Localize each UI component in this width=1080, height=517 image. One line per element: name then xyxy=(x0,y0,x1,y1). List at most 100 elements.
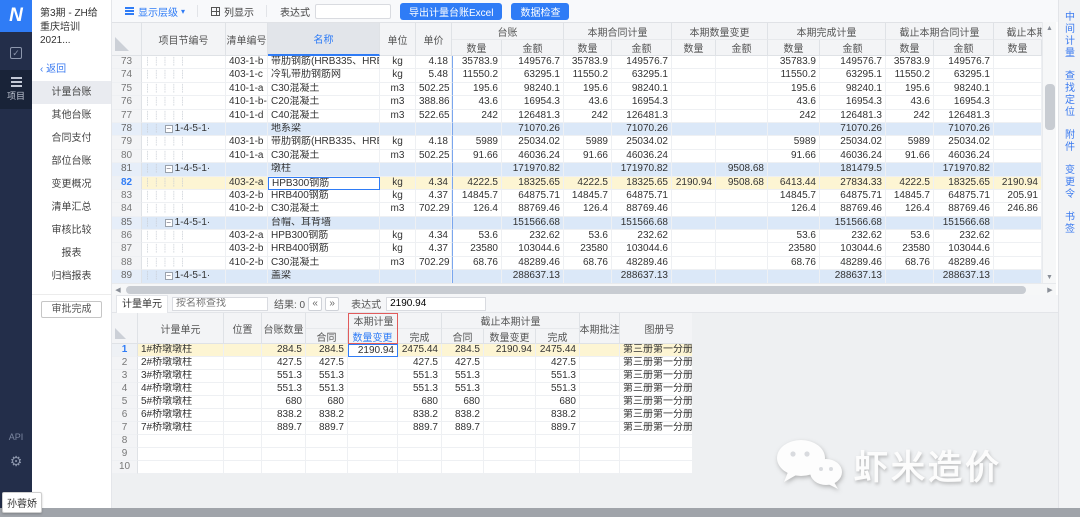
value-cell[interactable]: 35783.9 xyxy=(768,56,820,69)
right-tool-item[interactable]: 中间计量 xyxy=(1064,11,1076,59)
table-row[interactable]: 66#桥墩墩柱838.2838.2838.2838.2838.2第三册第一分册 xyxy=(112,409,692,422)
code-cell[interactable]: 410-1-a xyxy=(226,150,268,163)
collapse-icon[interactable]: − xyxy=(165,272,173,280)
unit-name-cell[interactable] xyxy=(138,461,224,474)
group-header-label[interactable]: 截止本期计量 xyxy=(442,313,580,329)
position-cell[interactable] xyxy=(224,370,262,383)
book-number-cell[interactable] xyxy=(620,461,692,474)
tasks-nav[interactable]: ✓ xyxy=(0,40,32,66)
unit-cell[interactable]: kg xyxy=(380,136,416,149)
value-cell[interactable]: 14845.7 xyxy=(452,190,502,203)
value-cell[interactable] xyxy=(442,435,484,448)
api-nav[interactable]: API xyxy=(0,432,32,442)
value-cell[interactable]: 43.6 xyxy=(886,96,934,109)
value-cell[interactable] xyxy=(768,270,820,283)
value-cell[interactable]: 838.2 xyxy=(306,409,348,422)
price-cell[interactable]: 522.65 xyxy=(416,110,452,123)
name-cell[interactable]: 墩柱 xyxy=(268,163,380,176)
unit-name-cell[interactable]: 5#桥墩墩柱 xyxy=(138,396,224,409)
group-header-label[interactable]: 截止本期数量变更 xyxy=(994,23,1042,40)
value-cell[interactable] xyxy=(994,230,1042,243)
unit-name-cell[interactable]: 2#桥墩墩柱 xyxy=(138,357,224,370)
unit-name-cell[interactable]: 4#桥墩墩柱 xyxy=(138,383,224,396)
note-cell[interactable] xyxy=(580,396,620,409)
value-cell[interactable] xyxy=(348,383,398,396)
value-cell[interactable]: 71070.26 xyxy=(820,123,886,136)
value-cell[interactable]: 25034.02 xyxy=(934,136,994,149)
name-cell[interactable]: 带肋钢筋(HRB335、HRB400) xyxy=(268,56,380,69)
value-cell[interactable]: 16954.3 xyxy=(502,96,564,109)
value-cell[interactable]: 6413.44 xyxy=(768,177,820,190)
prev-result-button[interactable]: « xyxy=(308,297,322,311)
table-row[interactable]: 85┊┊−1-4-5-1·台帽、耳背墙151566.68151566.68151… xyxy=(112,217,1042,230)
value-cell[interactable]: 53.6 xyxy=(452,230,502,243)
price-cell[interactable] xyxy=(416,123,452,136)
value-cell[interactable]: 126481.3 xyxy=(934,110,994,123)
value-cell[interactable]: 195.6 xyxy=(564,83,612,96)
code-cell[interactable]: 403-2-a xyxy=(226,230,268,243)
row-number-cell[interactable]: 88 xyxy=(112,257,142,270)
row-number-cell[interactable]: 6 xyxy=(112,409,138,422)
value-cell[interactable] xyxy=(768,123,820,136)
value-cell[interactable]: 68.76 xyxy=(886,257,934,270)
price-cell[interactable] xyxy=(416,163,452,176)
group-header-label[interactable]: 本期合同计量 xyxy=(564,23,672,40)
row-number-cell[interactable]: 81 xyxy=(112,163,142,176)
table-row[interactable]: 87┊┊┊┊┊403-2-bHRB400钢筋kg4.3723580103044.… xyxy=(112,243,1042,256)
value-cell[interactable]: 171970.82 xyxy=(612,163,672,176)
value-cell[interactable]: 427.5 xyxy=(536,357,580,370)
code-cell[interactable]: 403-1-c xyxy=(226,69,268,82)
value-cell[interactable] xyxy=(994,83,1042,96)
value-cell[interactable]: 551.3 xyxy=(398,383,442,396)
price-cell[interactable]: 4.37 xyxy=(416,243,452,256)
table-row[interactable]: 78┊┊−1-4-5-1·地系梁71070.2671070.2671070.26… xyxy=(112,123,1042,136)
vertical-scrollbar[interactable]: ▲ ▼ xyxy=(1042,22,1056,283)
collapse-icon[interactable]: − xyxy=(165,219,173,227)
value-cell[interactable]: 63295.1 xyxy=(820,69,886,82)
value-cell[interactable]: 63295.1 xyxy=(502,69,564,82)
value-cell[interactable]: 149576.7 xyxy=(934,56,994,69)
value-cell[interactable] xyxy=(398,448,442,461)
column-header[interactable]: 单位 xyxy=(380,23,416,56)
value-cell[interactable]: 288637.13 xyxy=(502,270,564,283)
value-cell[interactable]: 5989 xyxy=(768,136,820,149)
value-cell[interactable] xyxy=(398,435,442,448)
table-row[interactable]: 74┊┊┊┊┊403-1-c冷轧带肋钢筋网kg5.4811550.263295.… xyxy=(112,69,1042,82)
unit-cell[interactable]: kg xyxy=(380,230,416,243)
column-header[interactable]: 位置 xyxy=(224,313,262,344)
unit-cell[interactable]: m3 xyxy=(380,257,416,270)
value-cell[interactable] xyxy=(564,217,612,230)
value-cell[interactable]: 181479.5 xyxy=(820,163,886,176)
value-cell[interactable]: 27834.33 xyxy=(820,177,886,190)
value-cell[interactable]: 25034.02 xyxy=(502,136,564,149)
value-cell[interactable]: 98240.1 xyxy=(502,83,564,96)
value-cell[interactable] xyxy=(716,96,768,109)
value-cell[interactable]: 126.4 xyxy=(564,203,612,216)
column-header[interactable]: 合同 xyxy=(442,329,484,344)
row-number-cell[interactable]: 76 xyxy=(112,96,142,109)
row-number-cell[interactable]: 74 xyxy=(112,69,142,82)
tree-cell[interactable]: ┊┊┊┊┊ xyxy=(142,150,226,163)
unit-cell[interactable]: m3 xyxy=(380,96,416,109)
table-row[interactable]: 22#桥墩墩柱427.5427.5427.5427.5427.5第三册第一分册 xyxy=(112,357,692,370)
value-cell[interactable]: 68.76 xyxy=(564,257,612,270)
value-cell[interactable]: 23580 xyxy=(886,243,934,256)
table-row[interactable]: 77┊┊┊┊┊410-1-dC40混凝土m3522.65242126481.32… xyxy=(112,110,1042,123)
ledger-qty-cell[interactable]: 427.5 xyxy=(262,357,306,370)
column-header[interactable]: 金额 xyxy=(820,40,886,56)
value-cell[interactable] xyxy=(994,123,1042,136)
price-cell[interactable]: 4.34 xyxy=(416,230,452,243)
value-cell[interactable]: 149576.7 xyxy=(612,56,672,69)
value-cell[interactable] xyxy=(672,110,716,123)
table-row[interactable]: 76┊┊┊┊┊410-1-b-1C20混凝土m3388.8643.616954.… xyxy=(112,96,1042,109)
value-cell[interactable] xyxy=(994,270,1042,283)
row-number-cell[interactable]: 86 xyxy=(112,230,142,243)
value-cell[interactable] xyxy=(994,110,1042,123)
tree-cell[interactable]: ┊┊┊┊┊ xyxy=(142,243,226,256)
column-header[interactable]: 本期批注 xyxy=(580,313,620,344)
ledger-qty-cell[interactable]: 551.3 xyxy=(262,383,306,396)
value-cell[interactable]: 195.6 xyxy=(886,83,934,96)
value-cell[interactable]: 18325.65 xyxy=(934,177,994,190)
price-cell[interactable]: 4.18 xyxy=(416,136,452,149)
value-cell[interactable] xyxy=(716,83,768,96)
